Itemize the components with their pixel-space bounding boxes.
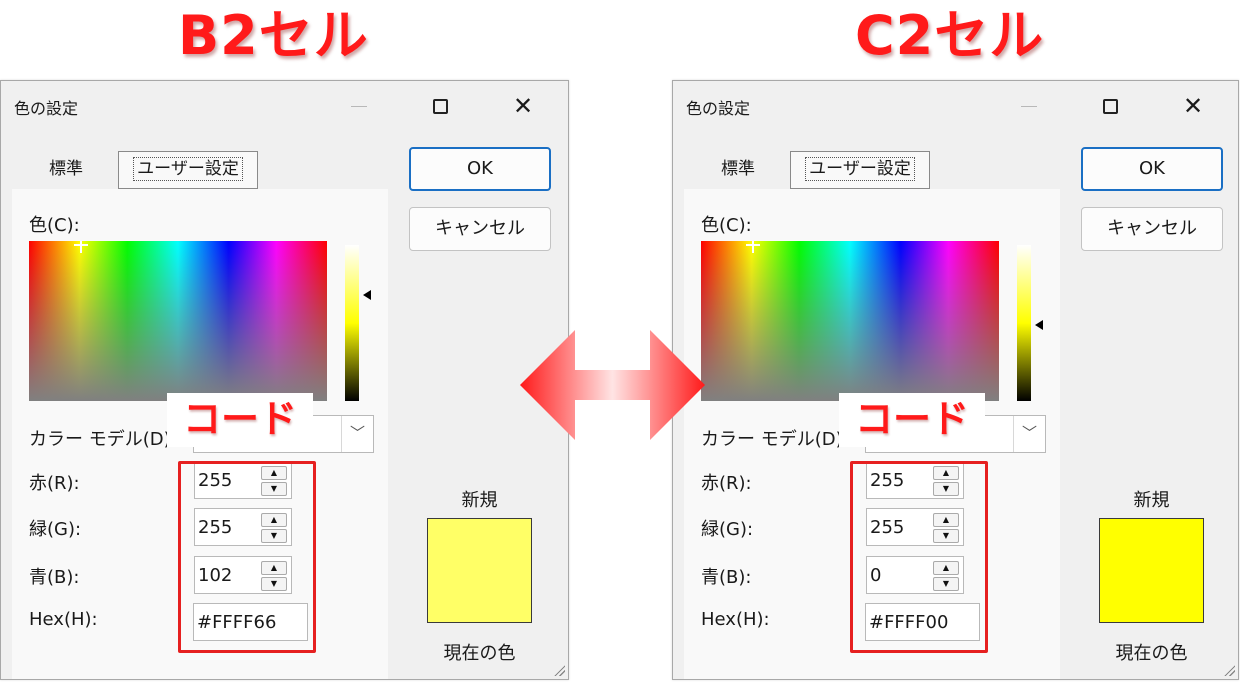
color-dialog-c2: 色の設定 ✕ 標準 ユーザー設定 OK キャンセル 色(C): カラー モデル(… (672, 80, 1239, 680)
title-bar: 色の設定 ✕ (673, 81, 1238, 131)
crosshair-icon (74, 241, 88, 253)
code-annotation: コード (839, 393, 985, 447)
color-dialog-b2: 色の設定 ✕ 標準 ユーザー設定 OK キャンセル 色(C): カラー モデル(… (0, 80, 569, 680)
red-label: 赤(R): (701, 473, 752, 494)
luminance-slider[interactable] (1017, 245, 1031, 401)
color-swatch (1099, 518, 1204, 623)
dialog-title: 色の設定 (686, 99, 751, 118)
tab-custom[interactable]: ユーザー設定 (118, 151, 258, 189)
close-icon[interactable]: ✕ (1169, 89, 1217, 123)
color-spectrum[interactable] (701, 241, 999, 401)
new-color-label: 新規 (461, 490, 498, 511)
minimize-icon[interactable] (335, 89, 383, 123)
maximize-icon[interactable] (1086, 89, 1134, 123)
current-color-label: 現在の色 (443, 643, 516, 664)
color-swatch (427, 518, 532, 623)
green-label: 緑(G): (701, 519, 754, 540)
red-label: 赤(R): (29, 473, 80, 494)
color-model-label: カラー モデル(D): (29, 429, 177, 450)
double-headed-arrow-icon (520, 330, 705, 440)
color-label: 色(C): (29, 215, 80, 236)
tab-custom-label: ユーザー設定 (805, 157, 915, 181)
green-label: 緑(G): (29, 519, 82, 540)
current-color-label: 現在の色 (1115, 643, 1188, 664)
tab-custom[interactable]: ユーザー設定 (790, 151, 930, 189)
blue-label: 青(B): (701, 567, 752, 588)
crosshair-icon (746, 241, 760, 253)
resize-grip-icon[interactable] (1223, 664, 1235, 676)
color-model-label: カラー モデル(D): (701, 429, 849, 450)
new-color-label: 新規 (1133, 490, 1170, 511)
resize-grip-icon[interactable] (553, 664, 565, 676)
chevron-down-icon[interactable]: ﹀ (341, 416, 373, 452)
heading-c2-cell: C2セル (855, 4, 1045, 67)
ok-button[interactable]: OK (409, 147, 551, 191)
minimize-icon[interactable] (1005, 89, 1053, 123)
color-label: 色(C): (701, 215, 752, 236)
title-bar: 色の設定 ✕ (1, 81, 568, 131)
blue-label: 青(B): (29, 567, 80, 588)
code-highlight-box (850, 461, 988, 653)
maximize-icon[interactable] (416, 89, 464, 123)
hex-label: Hex(H): (29, 609, 98, 630)
heading-b2-cell: B2セル (178, 4, 369, 67)
hex-label: Hex(H): (701, 609, 770, 630)
ok-button[interactable]: OK (1081, 147, 1223, 191)
slider-arrow-icon[interactable] (363, 289, 371, 300)
cancel-button[interactable]: キャンセル (409, 207, 551, 251)
dialog-title: 色の設定 (14, 99, 79, 118)
code-highlight-box (178, 461, 316, 653)
color-spectrum[interactable] (29, 241, 327, 401)
code-annotation: コード (167, 393, 313, 447)
luminance-slider[interactable] (345, 245, 359, 401)
close-icon[interactable]: ✕ (499, 89, 547, 123)
cancel-button[interactable]: キャンセル (1081, 207, 1223, 251)
tab-standard[interactable]: 標準 (703, 151, 773, 189)
tab-custom-label: ユーザー設定 (133, 157, 243, 181)
slider-arrow-icon[interactable] (1035, 319, 1043, 330)
chevron-down-icon[interactable]: ﹀ (1013, 416, 1045, 452)
tab-standard[interactable]: 標準 (31, 151, 101, 189)
